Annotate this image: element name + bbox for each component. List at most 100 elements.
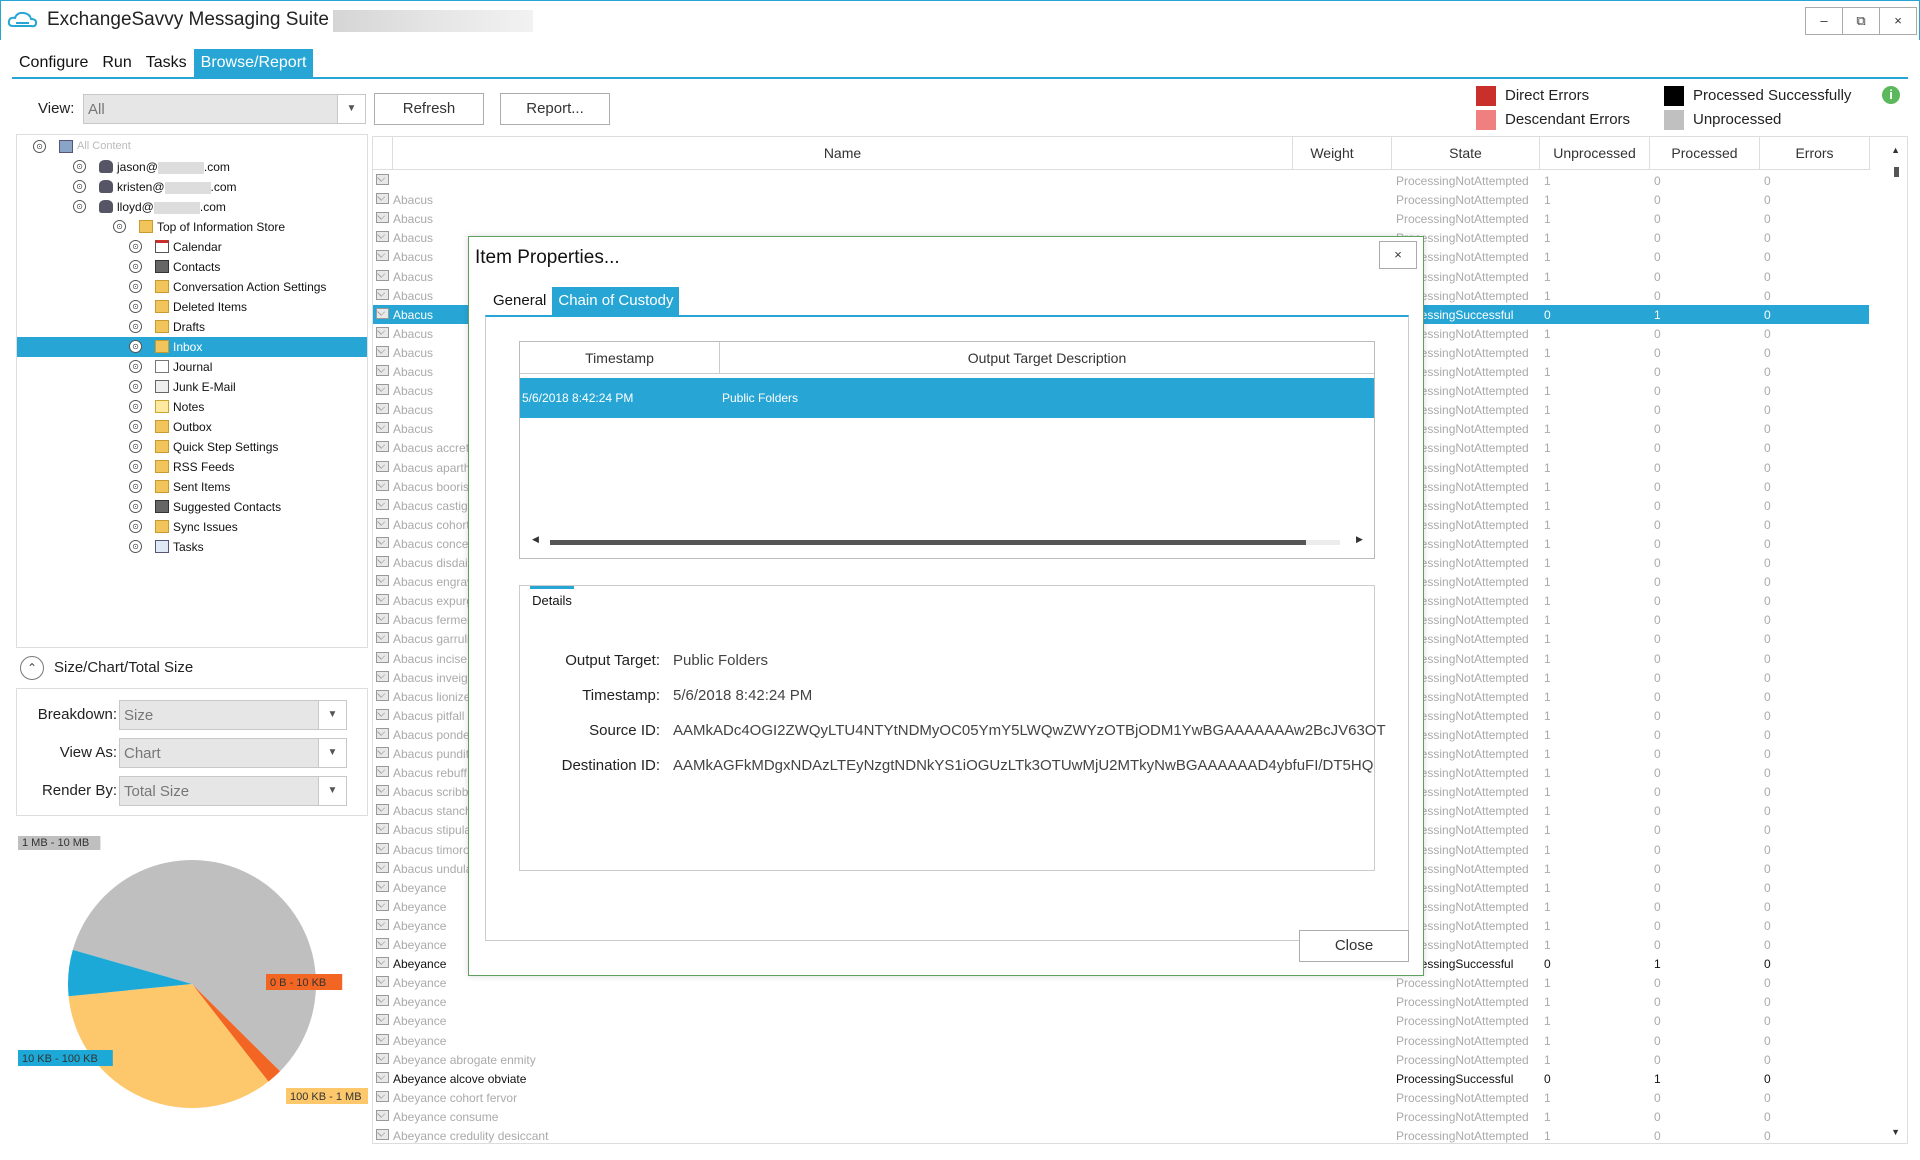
grid-header-name[interactable]: Name [393,137,1293,170]
table-row[interactable]: Abeyance ProcessingNotAttempted 1 0 0 [373,1011,1869,1030]
folder-icon [155,440,169,453]
custody-header-timestamp[interactable]: Timestamp [520,342,720,374]
collapse-up-icon[interactable]: ⌃ [20,656,44,680]
details-tab[interactable]: Details [530,586,574,608]
mail-item-icon [376,785,389,797]
table-row[interactable]: Abacus ProcessingNotAttempted 1 0 0 [373,190,1869,209]
row-processed: 0 [1654,727,1661,742]
tab-chain-of-custody[interactable]: Chain of Custody [552,287,680,315]
row-unprocessed: 1 [1544,823,1551,838]
expand-icon[interactable]: ⊙ [129,340,142,353]
expand-icon[interactable]: ⊙ [129,500,142,513]
table-row[interactable]: Abeyance credulity desiccant ProcessingNo… [373,1126,1869,1143]
scroll-down-icon[interactable]: ▼ [1891,1127,1900,1137]
expand-icon[interactable]: ⊙ [129,300,142,313]
expand-icon[interactable]: ⊙ [129,240,142,253]
tree-node-label: Drafts [173,320,206,334]
dialog-close-x-button[interactable]: × [1379,241,1417,269]
menu-tasks[interactable]: Tasks [139,49,194,77]
breakdown-select[interactable]: Size ▼ [119,700,347,730]
table-row[interactable]: Abacus ProcessingNotAttempted 1 0 0 [373,209,1869,228]
custody-horizontal-scrollbar[interactable] [550,540,1340,545]
table-row[interactable]: Abeyance ProcessingNotAttempted 1 0 0 [373,973,1869,992]
row-processed: 0 [1654,288,1661,303]
row-unprocessed: 0 [1544,957,1551,972]
mail-item-icon [376,250,389,262]
row-processed: 0 [1654,995,1661,1010]
report-button[interactable]: Report... [500,93,610,125]
grid-header-errors[interactable]: Errors [1760,137,1870,170]
menu-configure[interactable]: Configure [12,49,95,77]
table-row[interactable]: Abeyance abrogate enmity ProcessingNotAtt… [373,1050,1869,1069]
view-label: View: [38,100,75,117]
expand-icon[interactable]: ⊙ [129,480,142,493]
dialog-close-button[interactable]: Close [1299,930,1409,962]
expand-icon[interactable]: ⊙ [129,460,142,473]
collapse-icon[interactable]: ⊙ [33,140,46,153]
table-row[interactable]: Abeyance ProcessingNotAttempted 1 0 0 [373,992,1869,1011]
grid-header-processed[interactable]: Processed [1650,137,1760,170]
row-unprocessed: 1 [1544,880,1551,895]
expand-icon[interactable]: ⊙ [129,320,142,333]
grid-scroll-thumb[interactable] [1894,167,1899,177]
table-row[interactable]: Abeyance cohort fervor ProcessingNotAttem… [373,1088,1869,1107]
table-row[interactable]: Abeyance ProcessingNotAttempted 1 0 0 [373,1031,1869,1050]
custody-row[interactable]: 5/6/2018 8:42:24 PM Public Folders [520,378,1374,418]
mail-item-icon [376,651,389,663]
view-select[interactable]: All ▼ [83,94,366,124]
chevron-down-icon[interactable]: ▼ [318,777,346,805]
grid-header-weight[interactable]: Weight [1273,137,1392,170]
expand-icon[interactable]: ⊙ [73,160,86,173]
expand-icon[interactable]: ⊙ [129,360,142,373]
expand-icon[interactable]: ⊙ [129,280,142,293]
size-chart-panel-header[interactable]: ⌃ Size/Chart/Total Size [16,652,368,684]
table-row[interactable]: ProcessingNotAttempted 1 0 0 [373,171,1869,190]
info-icon[interactable]: i [1882,86,1900,104]
tree-node-inbox[interactable]: ⊙ Inbox [17,337,367,357]
grid-header-unprocessed[interactable]: Unprocessed [1540,137,1650,170]
row-unprocessed: 1 [1544,174,1551,188]
custody-header-description[interactable]: Output Target Description [720,342,1374,374]
mail-item-icon [376,689,389,701]
refresh-button[interactable]: Refresh [374,93,484,125]
row-processed: 0 [1654,250,1661,265]
custody-scroll-thumb[interactable] [550,540,1306,545]
expand-icon[interactable]: ⊙ [129,380,142,393]
chevron-down-icon[interactable]: ▼ [318,701,346,729]
expand-icon[interactable]: ⊙ [129,400,142,413]
menu-run[interactable]: Run [95,49,138,77]
grid-vertical-scrollbar[interactable]: ▲ ▼ [1883,137,1907,1143]
row-unprocessed: 1 [1544,899,1551,914]
mail-item-icon [376,575,389,587]
restore-button[interactable]: ⧉ [1842,7,1880,35]
expand-icon[interactable]: ⊙ [129,540,142,553]
row-processed: 0 [1654,479,1661,494]
row-unprocessed: 1 [1544,1014,1551,1029]
scroll-right-icon[interactable]: ▶ [1356,534,1363,545]
scroll-up-icon[interactable]: ▲ [1891,145,1900,155]
table-row[interactable]: Abeyance alcove obviate ProcessingSuccess… [373,1069,1869,1088]
grid-header-state[interactable]: State [1392,137,1540,170]
minimize-button[interactable]: – [1805,7,1843,35]
expand-icon[interactable]: ⊙ [73,200,86,213]
collapse-icon[interactable]: ⊙ [113,220,126,233]
tab-general[interactable]: General [487,287,552,315]
row-processed: 0 [1654,345,1661,360]
row-errors: 0 [1764,193,1771,208]
close-window-button[interactable]: × [1879,7,1917,35]
expand-icon[interactable]: ⊙ [129,260,142,273]
view-as-select[interactable]: Chart ▼ [119,738,347,768]
expand-icon[interactable]: ⊙ [129,420,142,433]
chevron-down-icon[interactable]: ▼ [318,739,346,767]
chevron-down-icon[interactable]: ▼ [337,95,365,123]
expand-icon[interactable]: ⊙ [129,520,142,533]
row-errors: 0 [1764,938,1771,952]
scroll-left-icon[interactable]: ◀ [532,534,539,545]
render-by-select[interactable]: Total Size ▼ [119,776,347,806]
table-row[interactable]: Abeyance consume ProcessingNotAttempted 1 0… [373,1107,1869,1126]
expand-icon[interactable]: ⊙ [73,180,86,193]
expand-icon[interactable]: ⊙ [129,440,142,453]
row-unprocessed: 1 [1544,365,1551,379]
menu-browse-report[interactable]: Browse/Report [193,49,314,77]
row-unprocessed: 1 [1544,212,1551,227]
